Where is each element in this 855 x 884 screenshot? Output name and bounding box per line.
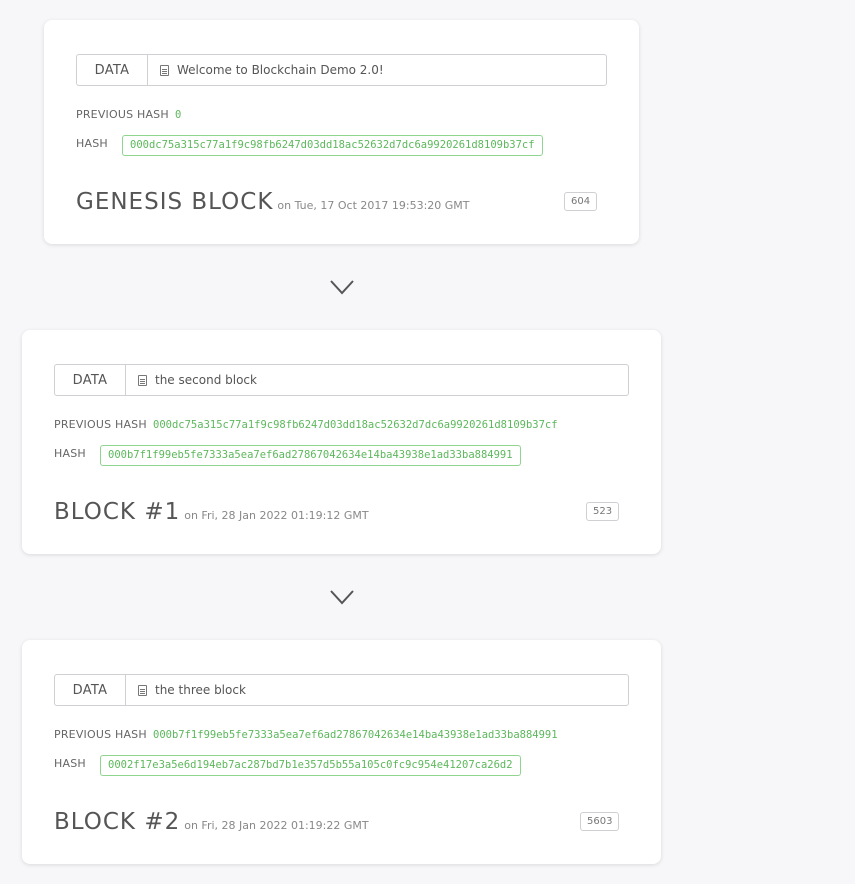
nonce-badge: 5603 (580, 812, 620, 831)
hash-value: 000b7f1f99eb5fe7333a5ea7ef6ad27867042634… (100, 445, 521, 466)
data-label: DATA (77, 55, 148, 85)
data-field[interactable]: the three block (126, 675, 628, 705)
data-input-row[interactable]: DATA the three block (54, 674, 629, 706)
document-icon (138, 684, 147, 696)
hash-label: HASH (54, 447, 86, 460)
block-title: GENESIS BLOCK on Tue, 17 Oct 2017 19:53:2… (76, 189, 470, 215)
block-card-1: DATA the second block PREVIOUS HASH 000d… (22, 330, 661, 554)
block-title: BLOCK #1 on Fri, 28 Jan 2022 01:19:12 GMT (54, 499, 369, 525)
data-value: the second block (155, 373, 257, 387)
block-title-text: GENESIS BLOCK (76, 189, 274, 215)
block-title-text: BLOCK #1 (54, 499, 181, 525)
data-value: Welcome to Blockchain Demo 2.0! (177, 63, 384, 77)
blockchain-page: DATA Welcome to Blockchain Demo 2.0! PRE… (0, 0, 855, 884)
chevron-down-icon (330, 590, 354, 605)
previous-hash-label: PREVIOUS HASH (54, 418, 147, 431)
data-field[interactable]: Welcome to Blockchain Demo 2.0! (148, 55, 606, 85)
block-card-genesis: DATA Welcome to Blockchain Demo 2.0! PRE… (44, 20, 639, 244)
data-value: the three block (155, 683, 246, 697)
block-date: on Fri, 28 Jan 2022 01:19:22 GMT (184, 819, 369, 832)
previous-hash-value: 0 (175, 109, 182, 121)
hash-label: HASH (54, 757, 86, 770)
document-icon (160, 64, 169, 76)
data-input-row[interactable]: DATA Welcome to Blockchain Demo 2.0! (76, 54, 607, 86)
block-date: on Tue, 17 Oct 2017 19:53:20 GMT (277, 199, 470, 212)
hash-value: 000dc75a315c77a1f9c98fb6247d03dd18ac5263… (122, 135, 543, 156)
hash-label: HASH (76, 137, 108, 150)
document-icon (138, 374, 147, 386)
data-input-row[interactable]: DATA the second block (54, 364, 629, 396)
block-date: on Fri, 28 Jan 2022 01:19:12 GMT (184, 509, 369, 522)
nonce-badge: 604 (564, 192, 598, 211)
data-label: DATA (55, 365, 126, 395)
chevron-down-icon (330, 280, 354, 295)
previous-hash-value: 000b7f1f99eb5fe7333a5ea7ef6ad27867042634… (153, 729, 558, 741)
block-title-text: BLOCK #2 (54, 809, 181, 835)
data-label: DATA (55, 675, 126, 705)
previous-hash-label: PREVIOUS HASH (54, 728, 147, 741)
block-card-2: DATA the three block PREVIOUS HASH 000b7… (22, 640, 661, 864)
previous-hash-value: 000dc75a315c77a1f9c98fb6247d03dd18ac5263… (153, 419, 558, 431)
block-title: BLOCK #2 on Fri, 28 Jan 2022 01:19:22 GMT (54, 809, 369, 835)
previous-hash-label: PREVIOUS HASH (76, 108, 169, 121)
nonce-badge: 523 (586, 502, 620, 521)
hash-value: 0002f17e3a5e6d194eb7ac287bd7b1e357d5b55a… (100, 755, 521, 776)
data-field[interactable]: the second block (126, 365, 628, 395)
